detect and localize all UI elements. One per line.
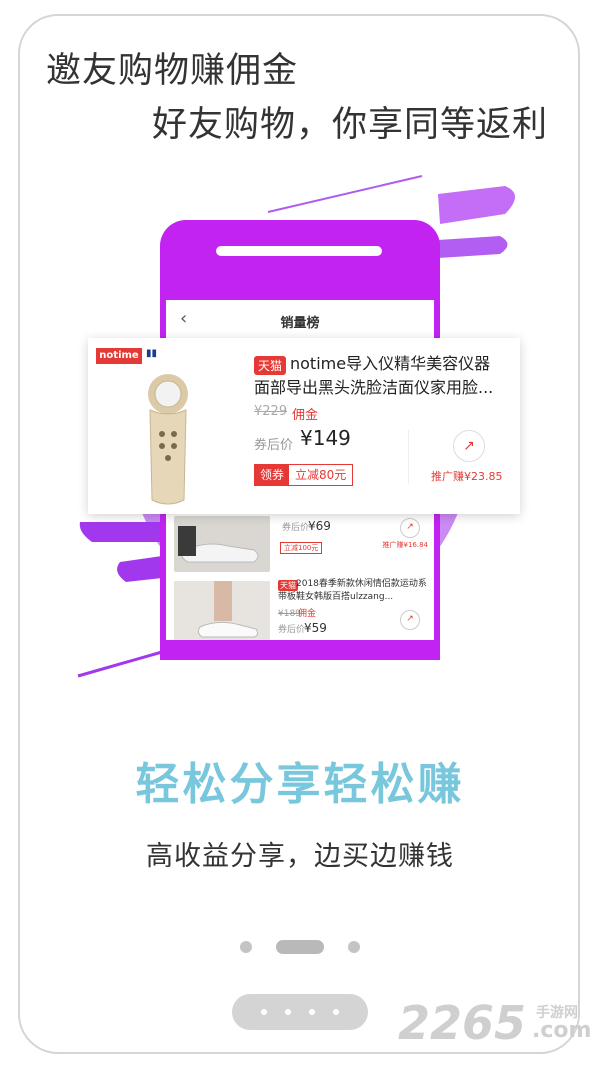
screen-header: ‹ 销量榜 bbox=[166, 300, 434, 343]
screen-title: 销量榜 bbox=[280, 316, 320, 331]
promo-tagline: 轻松分享轻松赚 bbox=[135, 759, 465, 810]
brand-logo: notime bbox=[96, 348, 142, 364]
watermark-domain: .com bbox=[532, 1018, 592, 1043]
coupon-tag: 立减100元 bbox=[280, 542, 323, 554]
commission-label: 佣金 bbox=[298, 609, 317, 619]
page-indicator-dot[interactable] bbox=[240, 941, 252, 953]
share-icon[interactable]: ↗ bbox=[400, 518, 420, 538]
headline-primary: 邀友购物赚佣金 bbox=[46, 51, 299, 91]
item-price: ¥69 bbox=[308, 519, 331, 533]
beauty-device-image bbox=[148, 374, 188, 505]
gallery-pager-pill[interactable] bbox=[232, 994, 368, 1030]
promo-subline: 高收益分享，边买边赚钱 bbox=[146, 841, 454, 872]
share-icon[interactable]: ↗ bbox=[453, 430, 485, 462]
featured-product-card[interactable]: notime ▮▮ notime导入仪精华美容仪器面部导出黑头洗脸洁面仪家用脸.… bbox=[88, 338, 520, 514]
shoe-thumbnail bbox=[174, 516, 270, 572]
share-earn-label[interactable]: 推广赚¥23.85 bbox=[431, 468, 503, 484]
page-indicator-dot[interactable] bbox=[348, 941, 360, 953]
pager-dot bbox=[309, 1009, 315, 1015]
divider bbox=[408, 430, 409, 484]
original-price: ¥229 bbox=[254, 404, 288, 419]
phone-speaker bbox=[216, 246, 382, 256]
product-title[interactable]: notime导入仪精华美容仪器面部导出黑头洗脸洁面仪家用脸... bbox=[254, 352, 504, 400]
coupon-button[interactable]: 领券 立减80元 bbox=[254, 464, 354, 486]
list-item[interactable]: 券后价 ¥69 立减100元 ↗ 推广赚¥16.84 bbox=[166, 512, 434, 574]
after-coupon-label: 券后价 bbox=[282, 523, 310, 533]
after-coupon-label: 券后价 bbox=[254, 438, 294, 453]
page-indicator-active[interactable] bbox=[276, 940, 324, 954]
pager-dot bbox=[285, 1009, 291, 1015]
pager-dot bbox=[261, 1009, 267, 1015]
watermark-number: 2265 bbox=[398, 996, 527, 1050]
commission-label: 佣金 bbox=[292, 408, 319, 423]
after-coupon-price: ¥149 bbox=[300, 426, 351, 450]
after-coupon-label: 券后价 bbox=[278, 625, 306, 635]
item-title: 2018春季新款休闲情侣款运动系带板鞋女韩版百搭ulzzang... bbox=[278, 579, 427, 602]
item-price: ¥59 bbox=[304, 621, 327, 635]
coupon-value: 立减80元 bbox=[295, 468, 347, 482]
share-icon[interactable]: ↗ bbox=[400, 610, 420, 630]
headline-secondary: 好友购物，你享同等返利 bbox=[152, 105, 549, 145]
list-item[interactable]: 天猫 2018春季新款休闲情侣款运动系带板鞋女韩版百搭ulzzang... ¥1… bbox=[166, 576, 434, 640]
pager-dot bbox=[333, 1009, 339, 1015]
shoe-thumbnail bbox=[174, 581, 270, 640]
share-earn-label[interactable]: 推广赚¥16.84 bbox=[383, 540, 429, 550]
coupon-claim-label[interactable]: 领券 bbox=[255, 465, 290, 485]
tmall-badge: 天猫 bbox=[254, 356, 287, 375]
brand-flag-icon: ▮▮ bbox=[146, 348, 158, 359]
